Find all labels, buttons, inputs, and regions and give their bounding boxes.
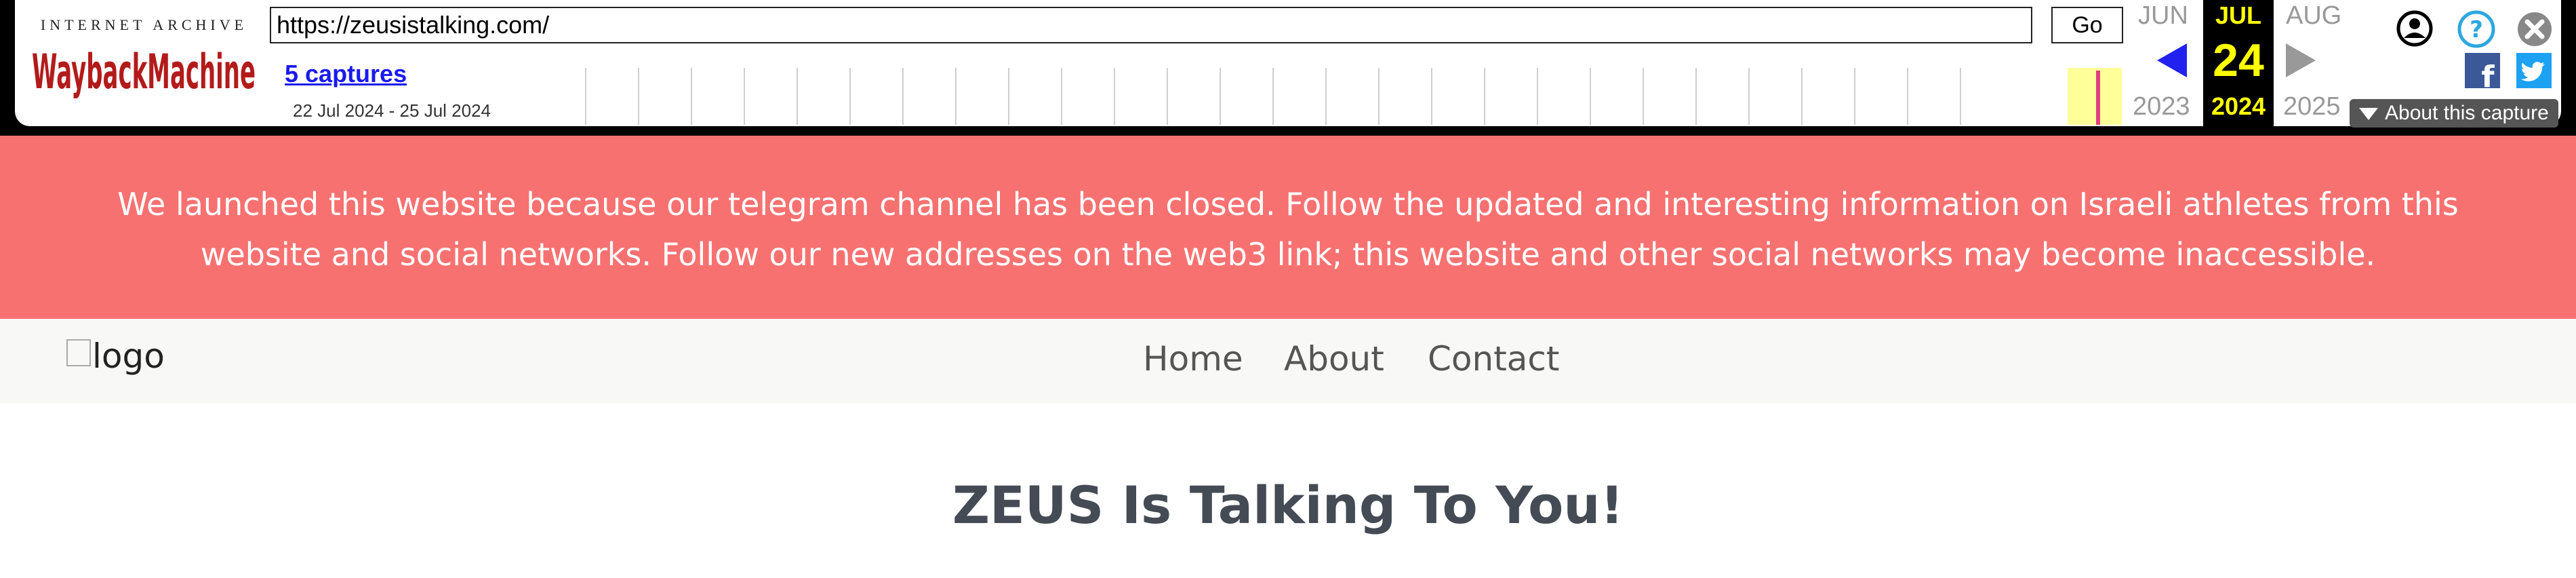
capture-marker[interactable] — [2096, 71, 2100, 125]
svg-text:?: ? — [2470, 16, 2483, 43]
current-month: JUL — [2215, 1, 2261, 29]
wayback-logo-text: WaybackMachine — [32, 44, 256, 100]
next-capture-arrow-icon[interactable] — [2286, 43, 2316, 77]
logo-alt-text: logo — [92, 336, 165, 376]
current-day: 24 — [2213, 35, 2264, 86]
facebook-icon[interactable]: f — [2465, 53, 2500, 88]
prev-year-label[interactable]: 2023 — [2133, 92, 2190, 121]
capture-sparkline[interactable] — [583, 68, 2122, 125]
url-input[interactable]: https://zeusistalking.com/ — [270, 7, 2032, 43]
captures-link[interactable]: 5 captures — [285, 60, 407, 88]
sparkline-dividers — [585, 68, 1961, 125]
logo-image[interactable]: logo — [66, 336, 165, 376]
user-account-icon[interactable] — [2396, 9, 2434, 47]
close-icon[interactable] — [2516, 11, 2553, 47]
page-title: ZEUS Is Talking To You! — [952, 475, 1624, 535]
prev-month-label[interactable]: JUN — [2138, 1, 2188, 31]
announcement-text: We launched this website because our tel… — [117, 186, 2459, 273]
announcement-banner: We launched this website because our tel… — [0, 136, 2576, 319]
nav-link-home[interactable]: Home — [1143, 339, 1243, 379]
current-capture-date: JUL 24 2024 — [2203, 0, 2274, 126]
current-month-highlight — [2068, 68, 2122, 125]
about-capture-label: About this capture — [2385, 102, 2549, 124]
wayback-logo[interactable]: WaybackMachine — [27, 35, 261, 103]
nav-link-contact[interactable]: Contact — [1428, 339, 1560, 379]
prev-capture-arrow-icon[interactable] — [2157, 43, 2187, 77]
capture-date-range: 22 Jul 2024 - 25 Jul 2024 — [293, 100, 491, 121]
next-year-label[interactable]: 2025 — [2283, 92, 2341, 121]
broken-image-icon — [66, 339, 91, 366]
twitter-icon[interactable] — [2516, 53, 2552, 88]
about-capture-button[interactable]: About this capture — [2350, 99, 2558, 128]
next-month-label[interactable]: AUG — [2286, 1, 2341, 31]
go-button[interactable]: Go — [2051, 7, 2123, 43]
wayback-logo-caption: INTERNET ARCHIVE — [40, 16, 248, 33]
svg-text:f: f — [2481, 60, 2495, 88]
nav-link-about[interactable]: About — [1284, 339, 1384, 379]
triangle-down-icon — [2359, 108, 2378, 121]
help-icon[interactable]: ? — [2457, 9, 2496, 49]
current-year: 2024 — [2211, 92, 2266, 120]
